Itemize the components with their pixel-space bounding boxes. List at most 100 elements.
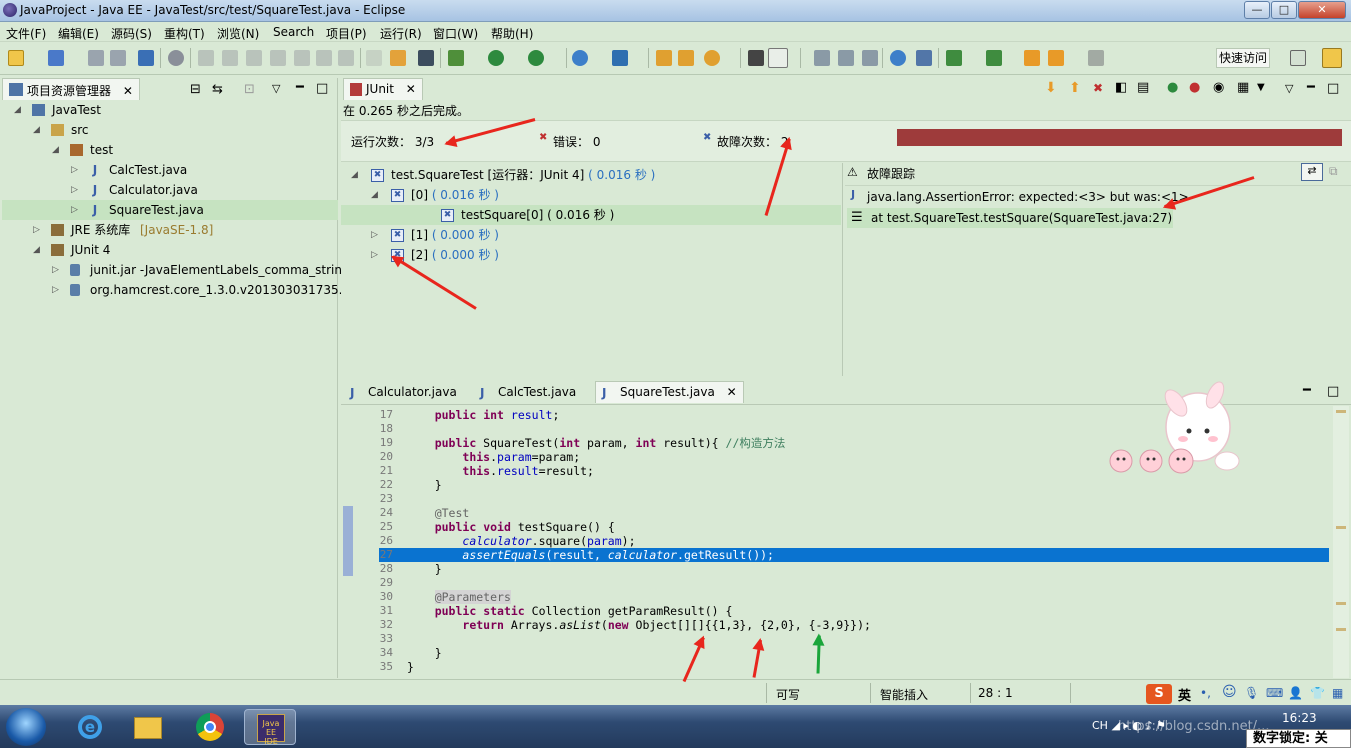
- expand-arrow-icon[interactable]: ▷: [52, 280, 59, 300]
- new-icon[interactable]: [8, 50, 24, 66]
- collapse-arrow-icon[interactable]: ◢: [33, 240, 40, 260]
- code-line[interactable]: this.param=param;: [407, 450, 580, 464]
- emoji-icon[interactable]: ☺: [1222, 684, 1237, 700]
- view-menu-icon[interactable]: ▽: [272, 82, 280, 95]
- collapse-arrow-icon[interactable]: ◢: [33, 120, 40, 140]
- terminal-icon[interactable]: [138, 50, 154, 66]
- open-type-icon[interactable]: [656, 50, 672, 66]
- expand-arrow-icon[interactable]: ▷: [71, 180, 78, 200]
- next-annotation-icon[interactable]: [946, 50, 962, 66]
- menu-refactor[interactable]: 重构(T): [164, 25, 205, 42]
- minimize-view-icon[interactable]: ━: [1303, 383, 1311, 398]
- code-line[interactable]: }: [407, 562, 442, 576]
- keyboard-icon[interactable]: ⌨: [1266, 686, 1283, 700]
- save-all-icon[interactable]: [110, 50, 126, 66]
- disconnect-icon[interactable]: [270, 50, 286, 66]
- step-over-icon[interactable]: [316, 50, 332, 66]
- open-task-icon[interactable]: [678, 50, 694, 66]
- maximize-view-icon[interactable]: □: [316, 81, 328, 96]
- maximize-view-icon[interactable]: □: [1327, 81, 1339, 96]
- forward-icon[interactable]: [1088, 50, 1104, 66]
- compare-icon[interactable]: ⇄: [1301, 163, 1323, 181]
- minimize-button[interactable]: —: [1244, 1, 1270, 19]
- open-perspective-icon[interactable]: [1290, 50, 1306, 66]
- java-ee-perspective-icon[interactable]: [1322, 48, 1342, 68]
- internet-explorer-icon[interactable]: e: [64, 709, 116, 745]
- test-tree-item[interactable]: ▷ ✖ [1] ( 0.000 秒 ): [341, 225, 841, 245]
- rerun-test-icon[interactable]: ●: [1167, 80, 1178, 95]
- code-line[interactable]: @Parameters: [407, 590, 511, 604]
- debug-icon[interactable]: [448, 50, 464, 66]
- trace-line-selected[interactable]: ☰ at test.SquareTest.testSquare(SquareTe…: [847, 208, 1173, 228]
- menu-source[interactable]: 源码(S): [111, 25, 152, 42]
- expand-arrow-icon[interactable]: ▷: [371, 225, 378, 245]
- quick-access-field[interactable]: 快速访问: [1216, 48, 1270, 68]
- focus-icon[interactable]: ⊡: [244, 82, 255, 97]
- show-whitespace-icon[interactable]: [748, 50, 764, 66]
- collapse-arrow-icon[interactable]: ◢: [351, 165, 358, 185]
- minimize-view-icon[interactable]: ━: [1307, 80, 1315, 95]
- explorer-item[interactable]: ◢ JUnit 4: [2, 240, 338, 260]
- last-edit-icon[interactable]: [1024, 50, 1040, 66]
- chrome-icon[interactable]: [184, 709, 236, 745]
- tab-squaretest-java[interactable]: J SquareTest.java ✕: [595, 381, 744, 403]
- test-tree-item[interactable]: ▷✖[2] ( 0.000 秒 ): [341, 245, 841, 265]
- history-icon[interactable]: ▦: [1237, 80, 1249, 95]
- code-line[interactable]: public void testSquare() {: [407, 520, 615, 534]
- toggle-mark-icon[interactable]: [390, 50, 406, 66]
- tab-junit[interactable]: JUnit ✕: [343, 78, 423, 100]
- rerun-failed-icon[interactable]: ●: [1189, 80, 1200, 95]
- code-line[interactable]: }: [407, 660, 414, 674]
- trace-line[interactable]: java.lang.AssertionError: expected:<3> b…: [867, 190, 1189, 204]
- maximize-view-icon[interactable]: □: [1327, 384, 1339, 399]
- code-line[interactable]: }: [407, 478, 442, 492]
- explorer-item[interactable]: ▷ junit.jar -JavaElementLabels_comma_stri…: [2, 260, 360, 280]
- toolbox-icon[interactable]: ▦: [1332, 686, 1343, 700]
- previous-failure-icon[interactable]: ⬆: [1069, 80, 1081, 96]
- menu-window[interactable]: 窗口(W): [433, 25, 478, 42]
- explorer-item[interactable]: ▷ org.hamcrest.core_1.3.0.v201303031735.j…: [2, 280, 358, 300]
- menu-project[interactable]: 项目(P): [326, 25, 367, 42]
- code-line[interactable]: return Arrays.asList(new Object[][]{{1,3…: [407, 618, 871, 632]
- eclipse-taskbar-icon[interactable]: Java EE IDE: [244, 709, 296, 746]
- tab-project-explorer[interactable]: 项目资源管理器 ✕: [2, 78, 140, 100]
- menu-file[interactable]: 文件(F): [6, 25, 46, 42]
- skip-breakpoints-icon[interactable]: [168, 50, 184, 66]
- close-button[interactable]: ✕: [1298, 1, 1346, 19]
- explorer-item[interactable]: ◢ test: [2, 140, 338, 160]
- word-wrap-icon[interactable]: [814, 50, 830, 66]
- expand-arrow-icon[interactable]: ▷: [52, 260, 59, 280]
- skin-icon[interactable]: 👕: [1310, 686, 1325, 700]
- test-history-icon[interactable]: ▤: [1137, 80, 1149, 95]
- block-select-icon[interactable]: [838, 50, 854, 66]
- suspend-icon[interactable]: [222, 50, 238, 66]
- code-line[interactable]: public SquareTest(int param, int result)…: [407, 436, 786, 450]
- resume-icon[interactable]: [198, 50, 214, 66]
- expand-arrow-icon[interactable]: ▷: [33, 220, 40, 240]
- show-failures-only-icon[interactable]: ✖: [1093, 81, 1103, 95]
- globe-icon[interactable]: [890, 50, 906, 66]
- test-tree-item[interactable]: ◢ ✖ [0] ( 0.016 秒 ): [341, 185, 841, 205]
- code-line[interactable]: }: [407, 646, 442, 660]
- collapse-arrow-icon[interactable]: ◢: [14, 100, 21, 120]
- web-browser-icon[interactable]: [572, 50, 588, 66]
- previous-annotation-icon[interactable]: [986, 50, 1002, 66]
- collapse-arrow-icon[interactable]: ◢: [371, 185, 378, 205]
- back-icon[interactable]: [1048, 50, 1064, 66]
- terminate-icon[interactable]: [246, 50, 262, 66]
- collapse-all-icon[interactable]: ⊟: [190, 82, 201, 97]
- close-icon[interactable]: ✕: [727, 385, 737, 399]
- test-tree-item[interactable]: ◢ ✖ test.SquareTest [运行器：JUnit 4] ( 0.016 …: [341, 165, 841, 185]
- menu-run[interactable]: 运行(R): [380, 25, 422, 42]
- explorer-item[interactable]: ▷ J SquareTest.java: [2, 200, 338, 220]
- ime-language[interactable]: 英: [1178, 685, 1191, 704]
- search-icon[interactable]: [704, 50, 720, 66]
- menu-navigate[interactable]: 浏览(N): [217, 25, 259, 42]
- next-failure-icon[interactable]: ⬇: [1045, 80, 1057, 96]
- link-editor-icon[interactable]: ⇆: [212, 82, 223, 97]
- expand-arrow-icon[interactable]: ▷: [71, 200, 78, 220]
- save-icon[interactable]: [88, 50, 104, 66]
- code-line[interactable]: public int result;: [407, 408, 560, 422]
- new-java-icon[interactable]: [612, 50, 628, 66]
- menu-search[interactable]: Search: [273, 25, 314, 39]
